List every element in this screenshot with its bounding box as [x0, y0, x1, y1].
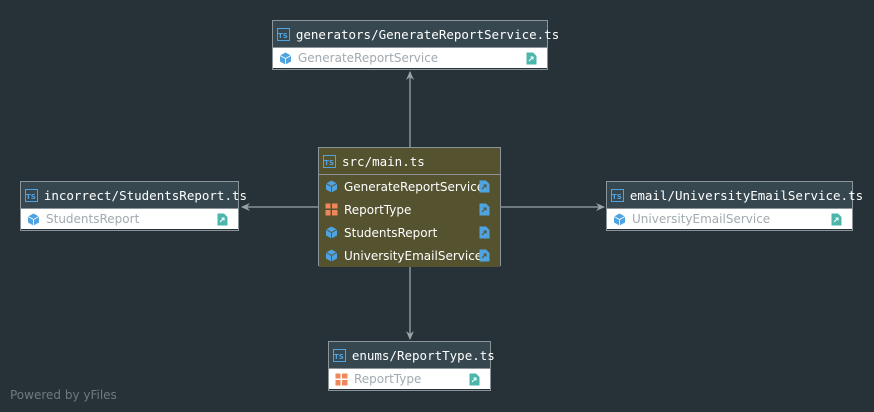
typescript-file-icon: TS: [277, 27, 290, 41]
node-header: TS generators/GenerateReportService.ts: [273, 21, 559, 48]
export-file-icon: [469, 373, 480, 386]
node-header: TS email/UniversityEmailService.ts: [607, 182, 863, 209]
node-generate-report-service-file[interactable]: TS generators/GenerateReportService.ts G…: [272, 20, 559, 70]
member-name: ReportType: [344, 202, 412, 217]
node-main-file[interactable]: TS src/main.ts GenerateReportService Rep…: [318, 147, 501, 267]
node-header: TS incorrect/StudentsReport.ts: [21, 182, 247, 209]
member-name: UniversityEmailService: [632, 212, 771, 226]
export-file-icon: [217, 213, 228, 226]
member-row[interactable]: StudentsReport: [21, 209, 238, 229]
export-file-icon: [526, 52, 537, 65]
member-name: StudentsReport: [46, 212, 140, 226]
class-icon: [325, 249, 338, 262]
file-name: enums/ReportType.ts: [351, 347, 495, 363]
export-file-icon: [479, 203, 490, 216]
export-file-icon: [479, 249, 490, 262]
class-icon: [279, 52, 292, 64]
member-row[interactable]: ReportType: [329, 369, 490, 389]
member-row[interactable]: UniversityEmailService: [319, 244, 500, 267]
node-students-report-file[interactable]: TS incorrect/StudentsReport.ts StudentsR…: [20, 181, 247, 231]
file-name: incorrect/StudentsReport.ts: [43, 187, 248, 203]
file-name: src/main.ts: [342, 153, 425, 169]
typescript-file-icon: TS: [323, 154, 336, 168]
powered-by-label: Powered by yFiles: [10, 388, 117, 402]
class-icon: [325, 226, 338, 239]
member-name: StudentsReport: [344, 225, 438, 240]
member-row[interactable]: UniversityEmailService: [607, 209, 852, 229]
typescript-file-icon: TS: [25, 188, 38, 202]
class-icon: [325, 180, 338, 193]
export-file-icon: [479, 180, 490, 193]
member-name: GenerateReportService: [298, 51, 439, 65]
member-row[interactable]: GenerateReportService: [273, 48, 547, 68]
member-row[interactable]: ReportType: [319, 198, 500, 221]
member-row[interactable]: StudentsReport: [319, 221, 500, 244]
file-name: generators/GenerateReportService.ts: [295, 26, 560, 42]
typescript-file-icon: TS: [611, 188, 624, 202]
member-name: UniversityEmailService: [344, 248, 483, 263]
member-name: ReportType: [354, 372, 422, 386]
member-row[interactable]: GenerateReportService: [319, 175, 500, 198]
class-icon: [27, 213, 40, 225]
typescript-file-icon: TS: [333, 348, 346, 362]
node-university-email-service-file[interactable]: TS email/UniversityEmailService.ts Unive…: [606, 181, 863, 231]
node-report-type-file[interactable]: TS enums/ReportType.ts ReportType: [328, 341, 495, 391]
class-icon: [613, 213, 626, 225]
enum-icon: [335, 373, 348, 385]
export-file-icon: [479, 226, 490, 239]
export-file-icon: [831, 213, 842, 226]
member-name: GenerateReportService: [344, 179, 485, 194]
file-name: email/UniversityEmailService.ts: [629, 187, 864, 203]
enum-icon: [325, 203, 338, 216]
node-header: TS src/main.ts: [319, 148, 500, 175]
node-header: TS enums/ReportType.ts: [329, 342, 495, 369]
